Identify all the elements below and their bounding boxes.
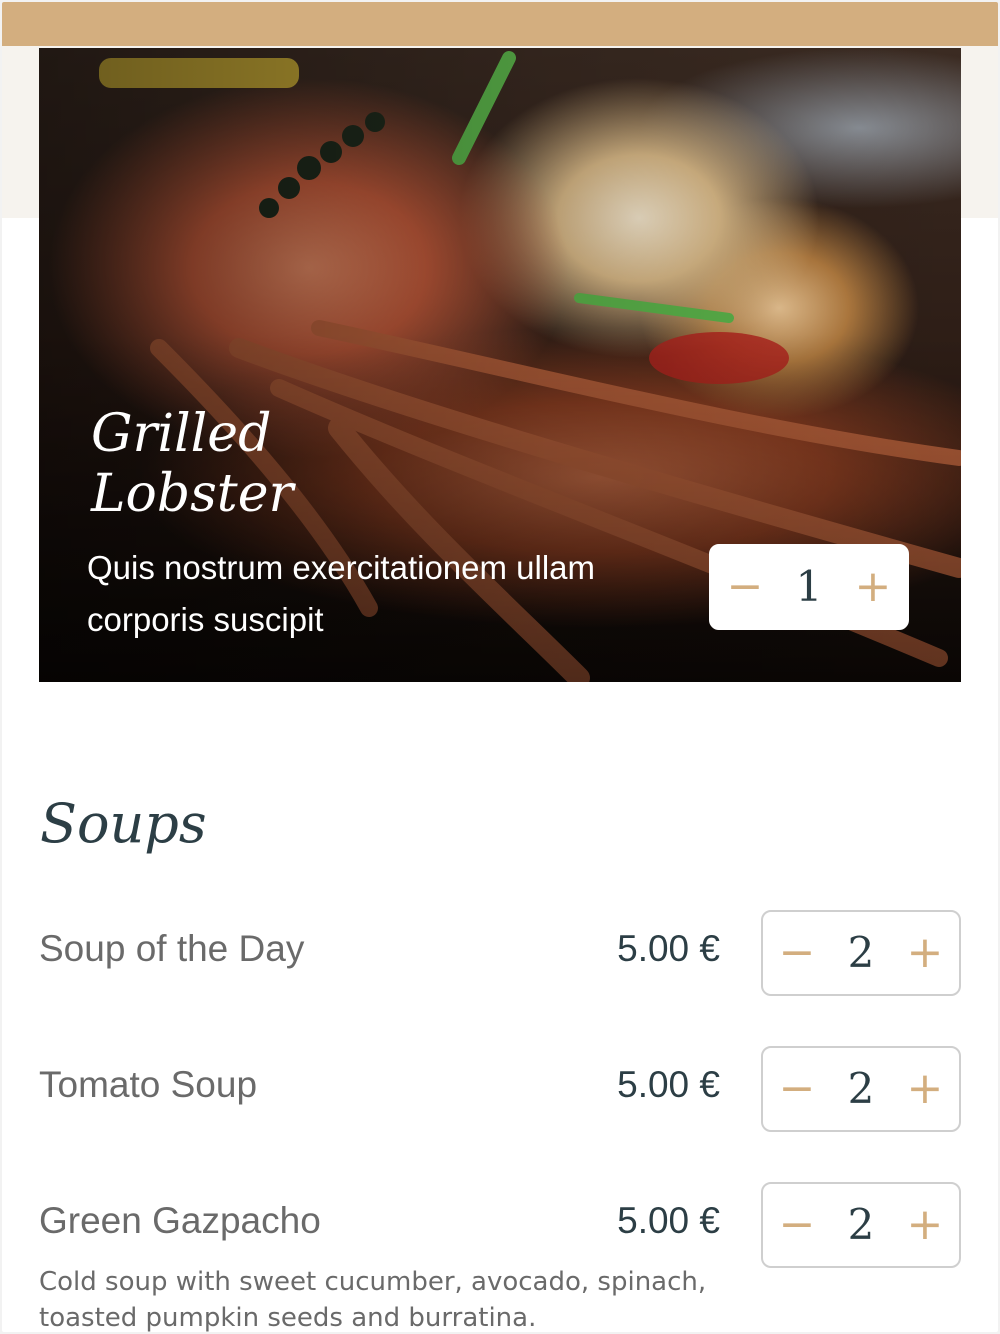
menu-item: Green Gazpacho 5.00 € − 2 + [2, 1180, 998, 1270]
minus-icon[interactable]: − [777, 931, 817, 975]
plus-icon[interactable]: + [905, 931, 945, 975]
item-price: 5.00 € [617, 1200, 720, 1241]
quantity-stepper: − 2 + [761, 910, 961, 996]
minus-icon[interactable]: − [777, 1203, 817, 1247]
item-price: 5.00 € [617, 928, 720, 969]
item-description: Cold soup with sweet cucumber, avocado, … [39, 1267, 707, 1332]
quantity-value: 1 [795, 562, 823, 611]
minus-icon[interactable]: − [777, 1067, 817, 1111]
item-price: 5.00 € [617, 1064, 720, 1105]
plus-icon[interactable]: + [853, 565, 893, 609]
quantity-value: 2 [847, 1064, 875, 1113]
section-title: Soups [40, 792, 207, 855]
quantity-value: 2 [847, 928, 875, 977]
minus-icon[interactable]: − [725, 565, 765, 609]
quantity-stepper: − 2 + [761, 1046, 961, 1132]
menu-item: Soup of the Day 5.00 € − 2 + [2, 908, 998, 998]
plus-icon[interactable]: + [905, 1203, 945, 1247]
featured-dish-title: Grilled Lobster [91, 404, 294, 524]
menu-item: Tomato Soup 5.00 € − 2 + [2, 1044, 998, 1134]
quantity-stepper: − 2 + [761, 1182, 961, 1268]
top-bar [2, 2, 998, 46]
item-name: Tomato Soup [39, 1064, 258, 1105]
quantity-value: 2 [847, 1200, 875, 1249]
featured-dish-card[interactable]: Grilled Lobster Quis nostrum exercitatio… [39, 48, 961, 682]
item-name: Green Gazpacho [39, 1200, 321, 1241]
app-frame: Grilled Lobster Quis nostrum exercitatio… [2, 2, 998, 1332]
featured-dish-description: Quis nostrum exercitationem ullam corpor… [87, 549, 596, 638]
featured-quantity-stepper: − 1 + [709, 544, 909, 630]
plus-icon[interactable]: + [905, 1067, 945, 1111]
item-name: Soup of the Day [39, 928, 305, 969]
